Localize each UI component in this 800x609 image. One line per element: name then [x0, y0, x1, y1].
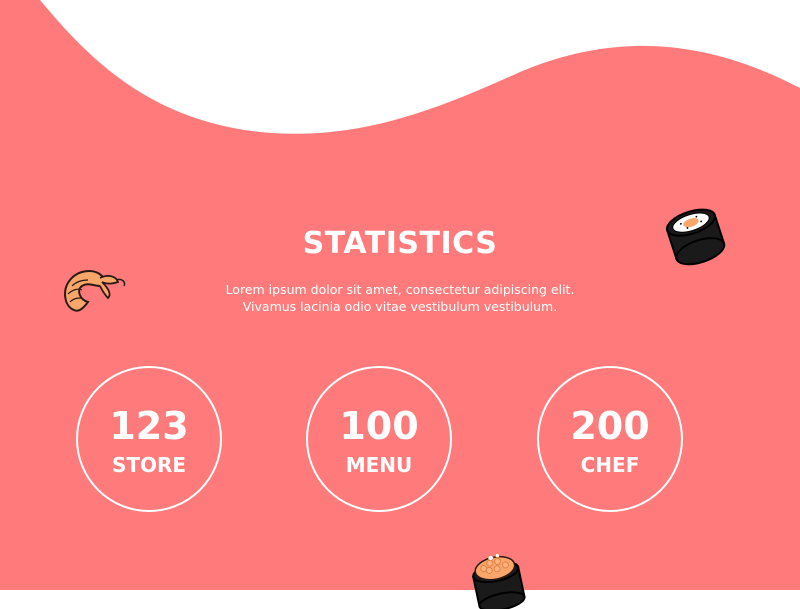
stat-label: MENU — [345, 453, 413, 477]
description-line-1: Lorem ipsum dolor sit amet, consectetur … — [225, 282, 575, 297]
statistics-section: STATISTICS Lorem ipsum dolor sit amet, c… — [0, 0, 800, 609]
gunkan-sushi-icon — [472, 553, 526, 609]
shrimp-icon — [64, 270, 126, 312]
stat-number: 200 — [570, 404, 650, 448]
stat-menu: 100 MENU — [306, 366, 452, 512]
section-description: Lorem ipsum dolor sit amet, consectetur … — [150, 281, 650, 315]
sushi-roll-icon — [665, 208, 726, 266]
stat-number: 100 — [339, 404, 419, 448]
stat-label: CHEF — [580, 453, 640, 477]
stat-label: STORE — [111, 453, 187, 477]
description-line-2: Vivamus lacinia odio vitae vestibulum ve… — [242, 299, 558, 314]
stat-number: 123 — [109, 404, 189, 448]
stat-chef: 200 CHEF — [537, 366, 683, 512]
stat-store: 123 STORE — [76, 366, 222, 512]
